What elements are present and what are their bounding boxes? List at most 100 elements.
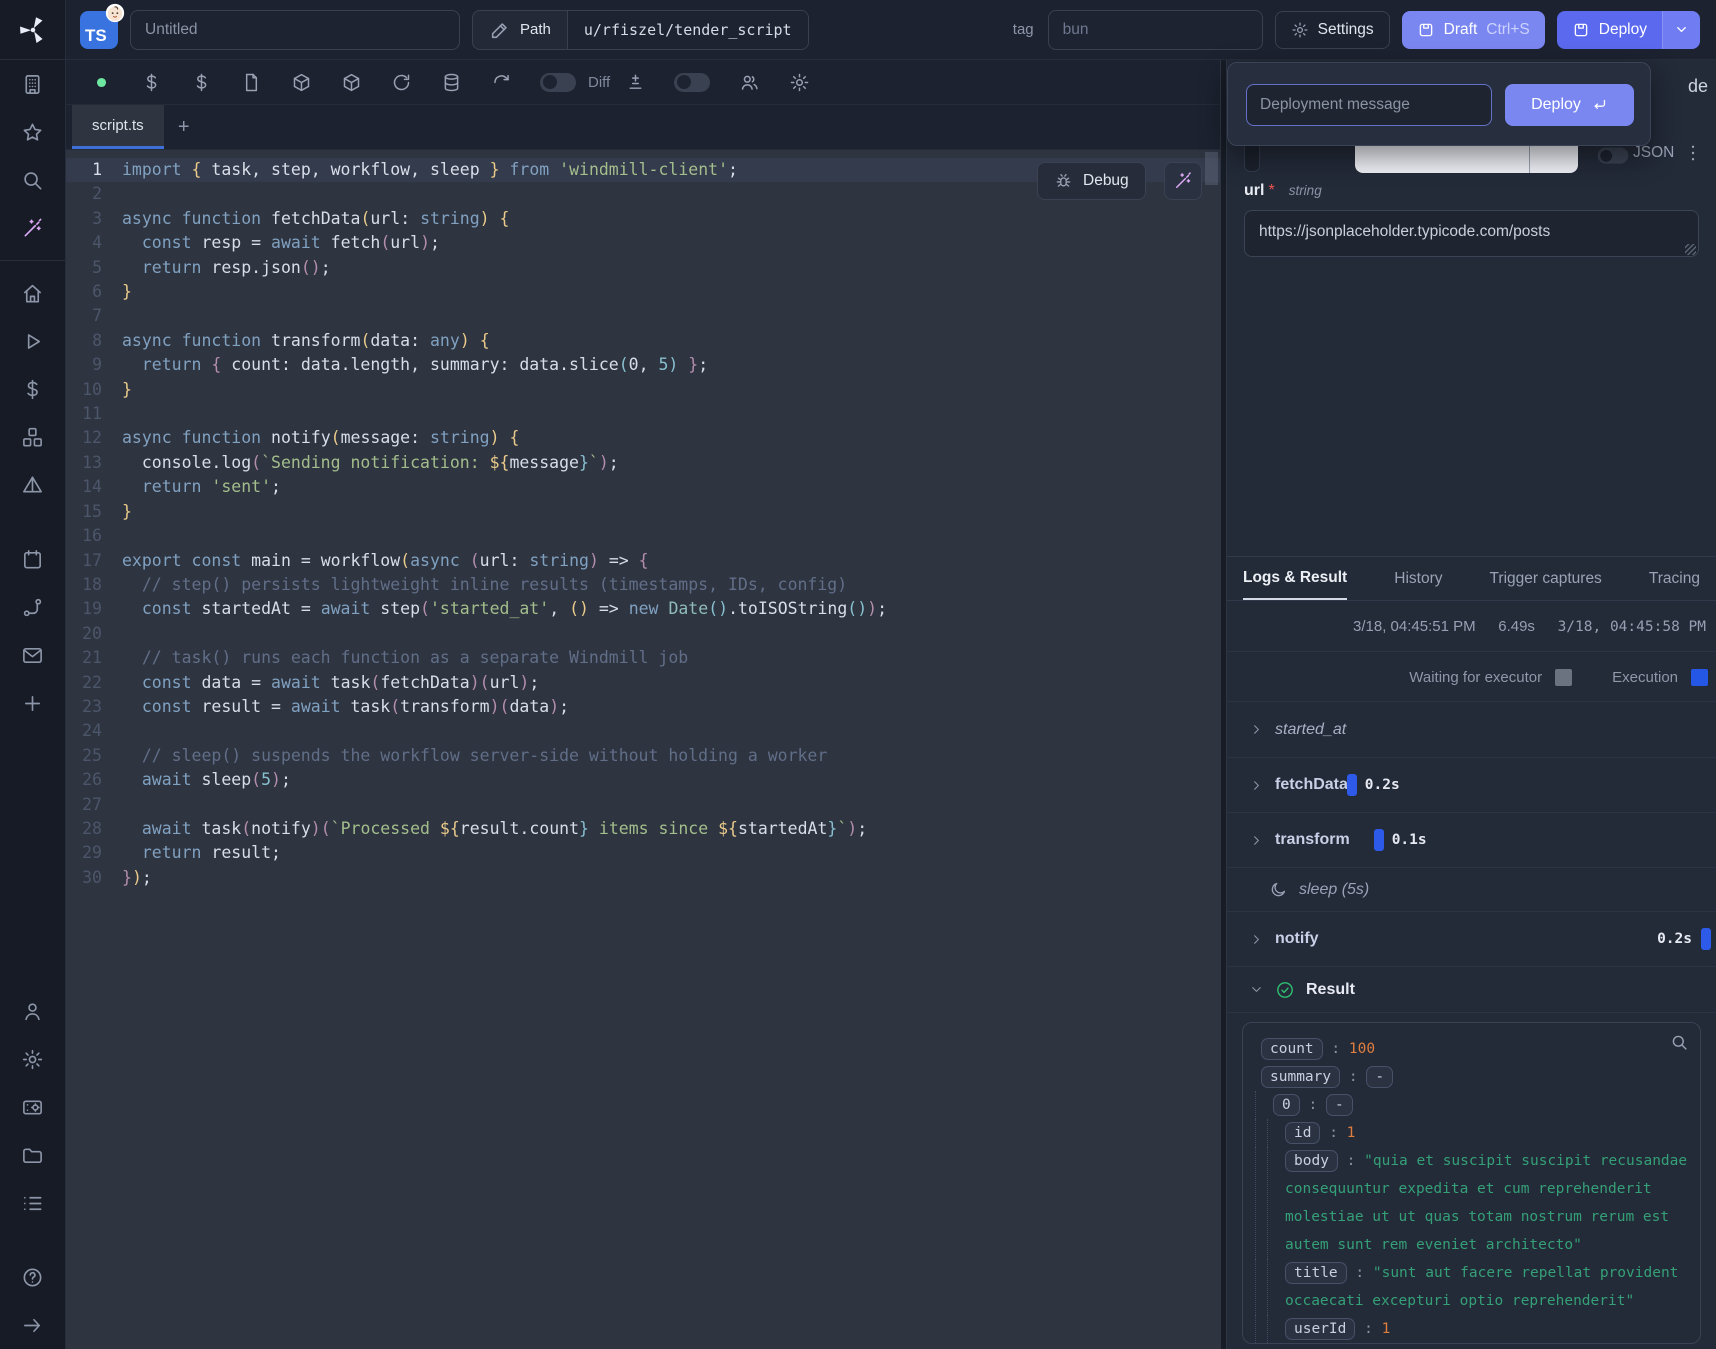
json-key-pill[interactable]: summary bbox=[1261, 1066, 1340, 1088]
tag-input[interactable]: bun bbox=[1048, 10, 1263, 50]
code-line[interactable]: 17export const main = workflow(async (ur… bbox=[66, 549, 1220, 573]
code-line[interactable]: 9 return { count: data.length, summary: … bbox=[66, 353, 1220, 377]
ai-wand-button[interactable] bbox=[1164, 162, 1202, 200]
sidebar-person-icon[interactable] bbox=[11, 989, 55, 1033]
collapse-toggle-pill[interactable]: - bbox=[1366, 1066, 1393, 1088]
package-icon[interactable] bbox=[290, 71, 312, 93]
panel-splitter[interactable] bbox=[1220, 60, 1227, 1349]
sidebar-list-icon[interactable] bbox=[11, 1181, 55, 1225]
code-line[interactable]: 14 return 'sent'; bbox=[66, 475, 1220, 499]
code-line[interactable]: 28 await task(notify)(`Processed ${resul… bbox=[66, 817, 1220, 841]
sidebar-search-icon[interactable] bbox=[11, 158, 55, 202]
code-line[interactable]: 22 const data = await task(fetchData)(ur… bbox=[66, 671, 1220, 695]
users-icon[interactable] bbox=[738, 71, 760, 93]
code-editor[interactable]: 1import { task, step, workflow, sleep } … bbox=[66, 150, 1220, 1349]
rotate-cw-icon[interactable] bbox=[390, 71, 412, 93]
add-tab-button[interactable]: + bbox=[164, 105, 204, 149]
sidebar-folder-icon[interactable] bbox=[11, 1133, 55, 1177]
code-line[interactable]: 5 return resp.json(); bbox=[66, 256, 1220, 280]
script-title-input[interactable]: Untitled bbox=[130, 10, 460, 50]
run-tab-logs-result[interactable]: Logs & Result bbox=[1243, 557, 1347, 600]
sidebar-play-icon[interactable] bbox=[11, 319, 55, 363]
gear-icon[interactable] bbox=[788, 71, 810, 93]
result-row[interactable]: Result bbox=[1227, 967, 1716, 1013]
json-key-pill[interactable]: title bbox=[1285, 1262, 1347, 1284]
step-row-fetchData[interactable]: fetchData0.2s bbox=[1227, 758, 1716, 813]
step-row-transform[interactable]: transform0.1s bbox=[1227, 813, 1716, 868]
code-line[interactable]: 7 bbox=[66, 304, 1220, 328]
code-line[interactable]: 15} bbox=[66, 500, 1220, 524]
package-icon[interactable] bbox=[340, 71, 362, 93]
sidebar-mail-icon[interactable] bbox=[11, 633, 55, 677]
deploy-button[interactable]: Deploy bbox=[1557, 11, 1662, 49]
dollar-icon[interactable] bbox=[140, 71, 162, 93]
url-argument-input[interactable]: https://jsonplaceholder.typicode.com/pos… bbox=[1244, 210, 1699, 257]
kebab-menu-icon[interactable] bbox=[1682, 142, 1704, 164]
sidebar-gear-icon[interactable] bbox=[11, 1037, 55, 1081]
code-line[interactable]: 13 console.log(`Sending notification: ${… bbox=[66, 451, 1220, 475]
dollar-icon[interactable] bbox=[190, 71, 212, 93]
code-line[interactable]: 25 // sleep() suspends the workflow serv… bbox=[66, 744, 1220, 768]
json-key-pill[interactable]: 0 bbox=[1273, 1094, 1300, 1116]
file-icon[interactable] bbox=[240, 71, 262, 93]
code-line[interactable]: 3async function fetchData(url: string) { bbox=[66, 207, 1220, 231]
code-line[interactable]: 23 const result = await task(transform)(… bbox=[66, 695, 1220, 719]
sidebar-help-icon[interactable] bbox=[11, 1255, 55, 1299]
code-line[interactable]: 8async function transform(data: any) { bbox=[66, 329, 1220, 353]
code-line[interactable]: 11 bbox=[66, 402, 1220, 426]
path-value[interactable]: u/rfiszel/tender_script bbox=[567, 11, 808, 49]
edit-path-button[interactable]: Path bbox=[473, 11, 567, 49]
step-row-sleep[interactable]: sleep (5s) bbox=[1227, 868, 1716, 912]
json-key-pill[interactable]: userId bbox=[1285, 1318, 1355, 1340]
sidebar-calendar-icon[interactable] bbox=[11, 537, 55, 581]
sidebar-plus-icon[interactable] bbox=[11, 681, 55, 725]
code-line[interactable]: 10} bbox=[66, 378, 1220, 402]
collapse-toggle-pill[interactable]: - bbox=[1326, 1094, 1353, 1116]
windmill-logo-icon[interactable] bbox=[0, 0, 66, 60]
sidebar-dollar-icon[interactable] bbox=[11, 367, 55, 411]
status-dot-icon[interactable] bbox=[90, 71, 112, 93]
sidebar-building-icon[interactable] bbox=[11, 62, 55, 106]
database-icon[interactable] bbox=[440, 71, 462, 93]
step-row-notify[interactable]: notify0.2s bbox=[1227, 912, 1716, 967]
run-tab-trigger-captures[interactable]: Trigger captures bbox=[1490, 557, 1602, 600]
code-line[interactable]: 18 // step() persists lightweight inline… bbox=[66, 573, 1220, 597]
popup-deploy-button[interactable]: Deploy bbox=[1505, 84, 1634, 126]
settings-button[interactable]: Settings bbox=[1275, 11, 1390, 49]
code-line[interactable]: 26 await sleep(5); bbox=[66, 768, 1220, 792]
code-line[interactable]: 12async function notify(message: string)… bbox=[66, 426, 1220, 450]
run-tab-history[interactable]: History bbox=[1394, 557, 1442, 600]
code-line[interactable]: 24 bbox=[66, 719, 1220, 743]
json-toggle[interactable] bbox=[1598, 147, 1629, 163]
sidebar-arrow-right-icon[interactable] bbox=[11, 1303, 55, 1347]
code-line[interactable]: 16 bbox=[66, 524, 1220, 548]
sidebar-wand-icon[interactable] bbox=[11, 206, 55, 250]
json-key-pill[interactable]: body bbox=[1285, 1150, 1338, 1172]
search-icon[interactable] bbox=[1670, 1033, 1689, 1052]
sidebar-cubes-icon[interactable] bbox=[11, 415, 55, 459]
sidebar-route-icon[interactable] bbox=[11, 585, 55, 629]
refresh-icon[interactable] bbox=[490, 71, 512, 93]
json-key-pill[interactable]: id bbox=[1285, 1122, 1320, 1144]
diff-toggle[interactable] bbox=[540, 73, 576, 92]
code-line[interactable]: 29 return result; bbox=[66, 841, 1220, 865]
step-row-started-at[interactable]: started_at bbox=[1227, 702, 1716, 758]
run-tab-tracing[interactable]: Tracing bbox=[1649, 557, 1700, 600]
code-line[interactable]: 4 const resp = await fetch(url); bbox=[66, 231, 1220, 255]
sidebar-server-gear-icon[interactable] bbox=[11, 1085, 55, 1129]
code-line[interactable]: 21 // task() runs each function as a sep… bbox=[66, 646, 1220, 670]
code-line[interactable]: 20 bbox=[66, 622, 1220, 646]
editor-scrollbar[interactable] bbox=[1205, 152, 1218, 185]
plus-minus-icon[interactable] bbox=[624, 71, 646, 93]
sidebar-home-icon[interactable] bbox=[11, 271, 55, 315]
deployment-message-input[interactable] bbox=[1246, 84, 1492, 126]
code-line[interactable]: 6} bbox=[66, 280, 1220, 304]
code-line[interactable]: 27 bbox=[66, 793, 1220, 817]
code-line[interactable]: 30}); bbox=[66, 866, 1220, 890]
json-key-pill[interactable]: count bbox=[1261, 1038, 1323, 1060]
deploy-dropdown-button[interactable] bbox=[1662, 11, 1700, 49]
tab-script-ts[interactable]: script.ts bbox=[72, 105, 164, 149]
sidebar-star-icon[interactable] bbox=[11, 110, 55, 154]
debug-button[interactable]: Debug bbox=[1037, 162, 1146, 200]
textarea-resize-handle[interactable] bbox=[1685, 244, 1696, 255]
